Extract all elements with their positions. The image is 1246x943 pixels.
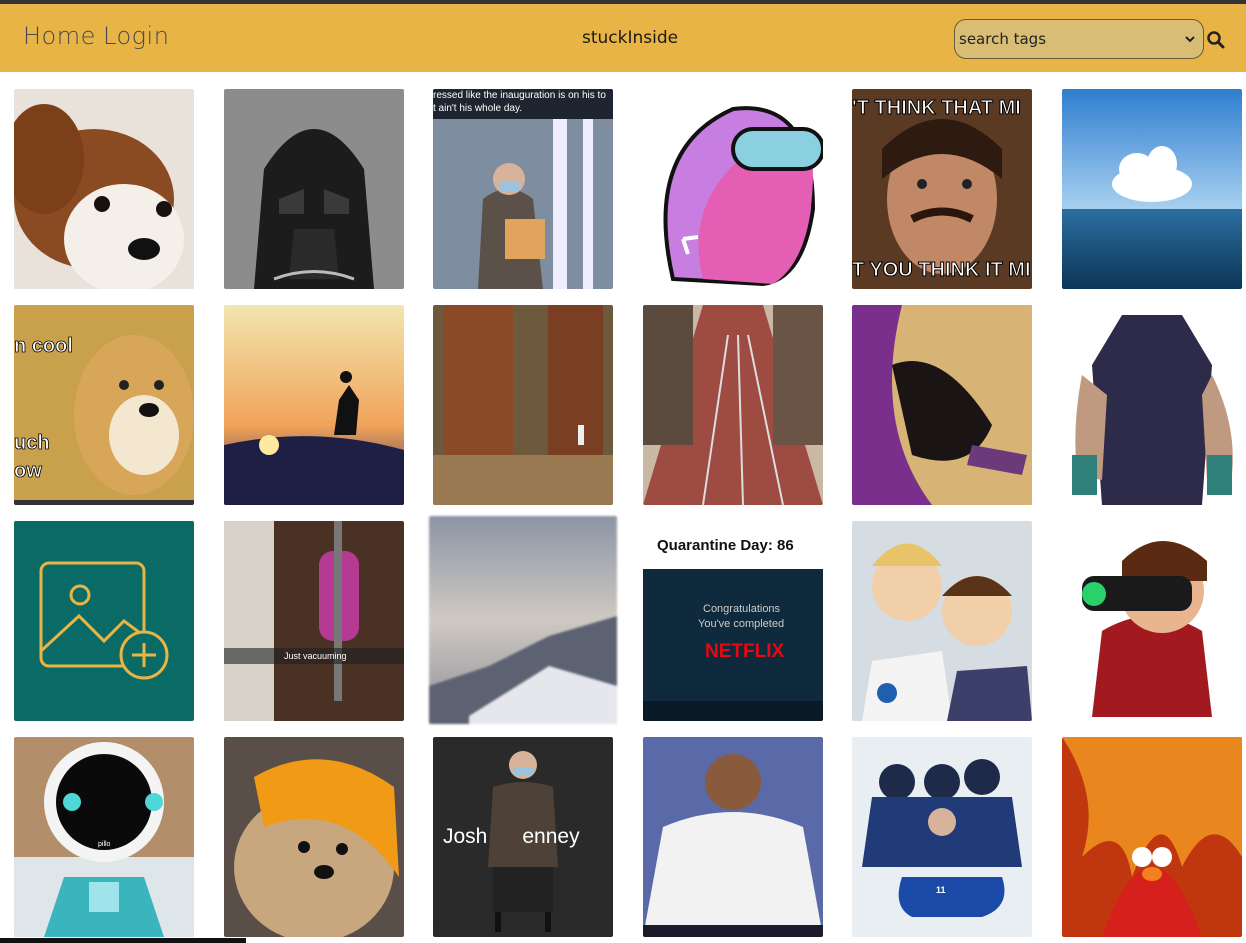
image-tile-puppy[interactable] (14, 89, 194, 289)
tag-search-select[interactable]: search tags (954, 19, 1204, 59)
image-tile-vacuum[interactable]: Just vacuuming (224, 521, 404, 721)
image-tile-venture-bros[interactable] (852, 521, 1032, 721)
horizontal-scrollbar[interactable] (0, 938, 246, 943)
snap-caption: Just vacuuming (284, 651, 347, 661)
meme-caption: Josh enney (443, 825, 580, 848)
meme-text-2: uch (14, 432, 50, 455)
image-tile-bernie-inauguration[interactable]: ressed like the inauguration is on his t… (433, 89, 613, 289)
image-tile-amongus[interactable] (643, 89, 823, 289)
image-tile-ocean-sky[interactable] (1062, 89, 1242, 289)
nav-home-link[interactable]: Home (23, 22, 96, 50)
caption-top-2: t ain't his whole day. (433, 103, 522, 114)
image-tile-hiker-sunset[interactable] (224, 305, 404, 505)
image-tile-binoculars-kid[interactable] (1062, 521, 1242, 717)
image-tile-netflix-meme[interactable]: Quarantine Day: 86 Congratulations You'v… (643, 521, 823, 721)
nav-login-link[interactable]: Login (103, 22, 169, 50)
meme-title: Quarantine Day: 86 (657, 537, 794, 554)
search-icon[interactable] (1206, 30, 1226, 50)
image-tile-panther-art[interactable] (852, 305, 1032, 505)
image-tile-bernie-chair[interactable]: Josh enney (433, 737, 613, 937)
image-tile-inigo-meme[interactable]: 'T THINK THAT MI T YOU THINK IT MI (852, 89, 1032, 289)
image-tile-sf-street[interactable] (643, 305, 823, 505)
netflix-line-2: You've completed (698, 618, 785, 630)
meme-bottom-text: T YOU THINK IT MI (852, 259, 1031, 282)
meme-top-text: 'T THINK THAT MI (852, 97, 1021, 120)
chevron-down-icon (1185, 36, 1195, 43)
navbar: Home Login stuckInside search tags (0, 4, 1246, 72)
image-tile-redwoods[interactable] (433, 305, 613, 505)
meme-text-3: ow (14, 460, 42, 483)
robot-logo-text: pillo (98, 841, 111, 848)
meme-text-1: n cool (14, 335, 73, 358)
image-tile-drake[interactable] (643, 737, 823, 937)
brand-title: stuckInside (582, 28, 679, 48)
tag-search-selected-option: search tags (959, 30, 1047, 48)
image-tile-bobsled[interactable]: 11 (852, 737, 1032, 937)
netflix-line-1: Congratulations (703, 603, 781, 615)
image-tile-mountain-blur[interactable] (429, 516, 617, 724)
image-tile-jojo[interactable] (1062, 305, 1242, 505)
caption-top: ressed like the inauguration is on his t… (433, 90, 606, 101)
image-tile-elmo-fire[interactable] (1062, 737, 1242, 937)
image-tile-add-image[interactable] (14, 521, 194, 721)
image-tile-doge[interactable]: n cool uch ow (14, 305, 194, 505)
image-tile-vader[interactable] (224, 89, 404, 289)
image-tile-pillo-robot[interactable]: pillo (14, 737, 194, 937)
image-tile-dog-towel[interactable] (224, 737, 404, 937)
sled-number: 11 (936, 885, 946, 895)
netflix-logo: NETFLIX (705, 641, 785, 662)
